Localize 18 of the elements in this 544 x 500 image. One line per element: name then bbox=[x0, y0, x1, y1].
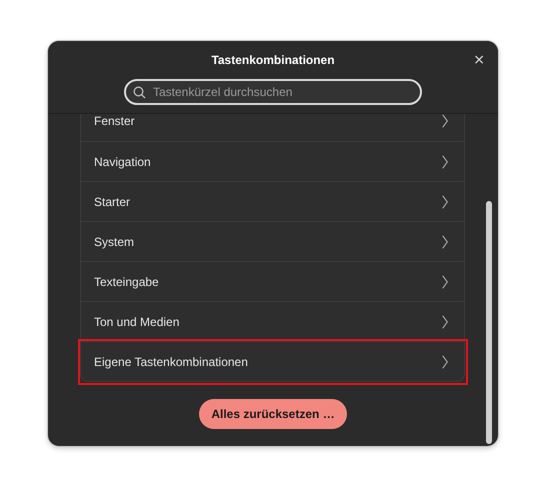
search-field[interactable]: Tastenkürzel durchsuchen bbox=[124, 79, 422, 105]
list-item[interactable]: Starter bbox=[81, 181, 464, 221]
reset-button[interactable]: Alles zurücksetzen … bbox=[199, 399, 347, 429]
list-item[interactable]: Ton und Medien bbox=[81, 301, 464, 341]
chevron-icon bbox=[442, 354, 448, 368]
close-button[interactable]: × bbox=[470, 52, 488, 68]
chevron-icon bbox=[442, 194, 448, 208]
list-item[interactable]: Navigation bbox=[81, 141, 464, 181]
list-item[interactable]: Eigene Tastenkombinationen bbox=[81, 341, 464, 381]
list-item[interactable]: Fenster bbox=[81, 114, 464, 141]
chevron-icon bbox=[442, 234, 448, 248]
chevron-icon bbox=[442, 154, 448, 168]
window-title: Tastenkombinationen bbox=[211, 53, 335, 67]
list-item[interactable]: System bbox=[81, 221, 464, 261]
list-item[interactable]: Texteingabe bbox=[81, 261, 464, 301]
chevron-icon bbox=[442, 114, 448, 128]
chevron-icon bbox=[442, 314, 448, 328]
chevron-icon bbox=[442, 274, 448, 288]
